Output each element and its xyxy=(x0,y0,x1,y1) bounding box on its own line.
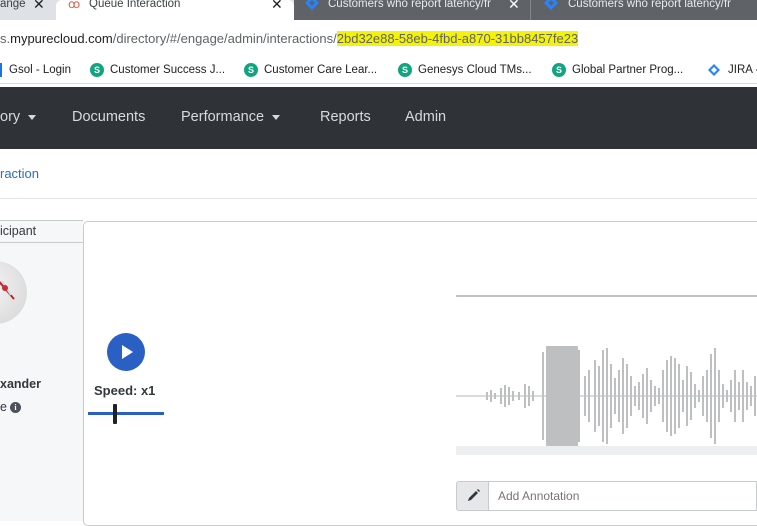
bookmark-item[interactable]: S Genesys Cloud TMs... xyxy=(398,63,532,77)
nav-item-documents[interactable]: Documents xyxy=(72,109,145,125)
participant-name: xander xyxy=(0,377,41,391)
url-prefix: s. xyxy=(0,31,11,46)
nav-label: ory xyxy=(0,109,21,125)
nav-item-admin[interactable]: Admin xyxy=(405,109,446,125)
waveform-top-line xyxy=(456,295,757,297)
jira-icon xyxy=(305,0,319,10)
tab-close-icon[interactable]: ✕ xyxy=(271,0,283,12)
divider xyxy=(0,198,757,199)
bookmarks-bar: Gsol - Login S Customer Success J... S Cus… xyxy=(0,56,757,84)
bookmark-item[interactable]: S Global Partner Prog... xyxy=(552,63,683,77)
tab-title: Queue Interaction xyxy=(89,0,181,10)
nav-item-performance[interactable]: Performance xyxy=(181,109,281,125)
jira-icon xyxy=(708,64,720,76)
nav-item-directory[interactable]: ory xyxy=(0,109,37,125)
tab-close-icon[interactable]: ✕ xyxy=(508,0,520,12)
url-domain: mypurecloud.com xyxy=(10,31,113,46)
bookmark-label: Customer Success J... xyxy=(110,64,226,77)
bookmark-label: Global Partner Prog... xyxy=(572,64,684,77)
browser-tab-active[interactable]: ꝏ Queue Interaction ✕ xyxy=(56,0,294,20)
annotation-edit-button[interactable] xyxy=(456,481,489,511)
speed-label: Speed: x1 xyxy=(94,383,156,398)
participant-status-text: e xyxy=(0,400,7,414)
info-icon[interactable]: i xyxy=(9,402,21,413)
caret-down-icon xyxy=(272,114,281,120)
skilljar-icon: S xyxy=(244,63,258,77)
jira-icon xyxy=(544,0,558,10)
participant-header: icipant xyxy=(0,221,83,243)
audio-waveform[interactable] xyxy=(456,330,757,455)
breadcrumb-link[interactable]: raction xyxy=(0,166,39,181)
speed-slider-handle[interactable] xyxy=(113,404,117,424)
bookmark-item[interactable]: S Customer Care Lear... xyxy=(244,63,377,77)
tab-close-icon[interactable]: ✕ xyxy=(33,0,45,12)
tab-title: Customers who report latency/fr xyxy=(568,0,731,10)
skilljar-icon: S xyxy=(552,63,566,77)
play-button[interactable] xyxy=(107,333,145,371)
url-path: /directory/#/engage/admin/interactions/ xyxy=(112,31,337,46)
bookmark-item[interactable]: JIRA - xyxy=(706,63,757,77)
nav-label: Reports xyxy=(320,109,371,125)
bookmark-label: Customer Care Lear... xyxy=(264,64,378,77)
avatar-image xyxy=(0,280,15,300)
caret-down-icon xyxy=(28,114,37,120)
participant-sidebar: icipant xander ei xyxy=(0,220,83,521)
address-url[interactable]: s.mypurecloud.com/directory/#/engage/adm… xyxy=(0,31,579,46)
nav-label: Documents xyxy=(72,109,146,125)
nav-item-reports[interactable]: Reports xyxy=(320,109,371,125)
bookmark-label: Gsol - Login xyxy=(9,64,72,77)
nav-label: Performance xyxy=(181,109,265,125)
browser-tab[interactable]: Customers who report latency/fr ✕ xyxy=(294,0,530,20)
browser-tab[interactable]: ange ✕ xyxy=(0,0,56,20)
address-bar[interactable]: s.mypurecloud.com/directory/#/engage/adm… xyxy=(0,20,757,56)
tab-title: ange xyxy=(0,0,26,10)
bookmark-label: Genesys Cloud TMs... xyxy=(418,64,532,77)
annotation-input[interactable] xyxy=(489,481,757,511)
participant-status: ei xyxy=(0,400,21,414)
waveform-scrollbar[interactable] xyxy=(456,446,757,455)
avatar xyxy=(0,261,27,324)
skilljar-icon: S xyxy=(398,63,412,77)
bookmark-item[interactable]: Gsol - Login xyxy=(0,63,71,77)
url-highlighted-id: 2bd32e88-58eb-4fbd-a870-31bb8457fe23 xyxy=(336,31,579,46)
bookmark-item[interactable]: S Customer Success J... xyxy=(90,63,225,77)
browser-tab-strip: ange ✕ ꝏ Queue Interaction ✕ Customers w… xyxy=(0,0,757,20)
skilljar-icon: S xyxy=(90,63,104,77)
app-nav-bar: ory Documents Performance Reports Admin xyxy=(0,87,757,149)
browser-tab[interactable]: Customers who report latency/fr xyxy=(530,0,757,20)
tab-title: Customers who report latency/fr xyxy=(328,0,491,10)
nav-label: Admin xyxy=(405,109,447,125)
play-icon xyxy=(122,345,133,359)
bookmark-label: JIRA - xyxy=(728,64,757,77)
speed-slider-track[interactable] xyxy=(88,412,164,415)
tab-favicon-icon: ꝏ xyxy=(68,0,81,11)
pencil-icon xyxy=(468,489,480,501)
annotation-row xyxy=(456,481,757,511)
bookmark-divider-icon xyxy=(0,63,2,77)
